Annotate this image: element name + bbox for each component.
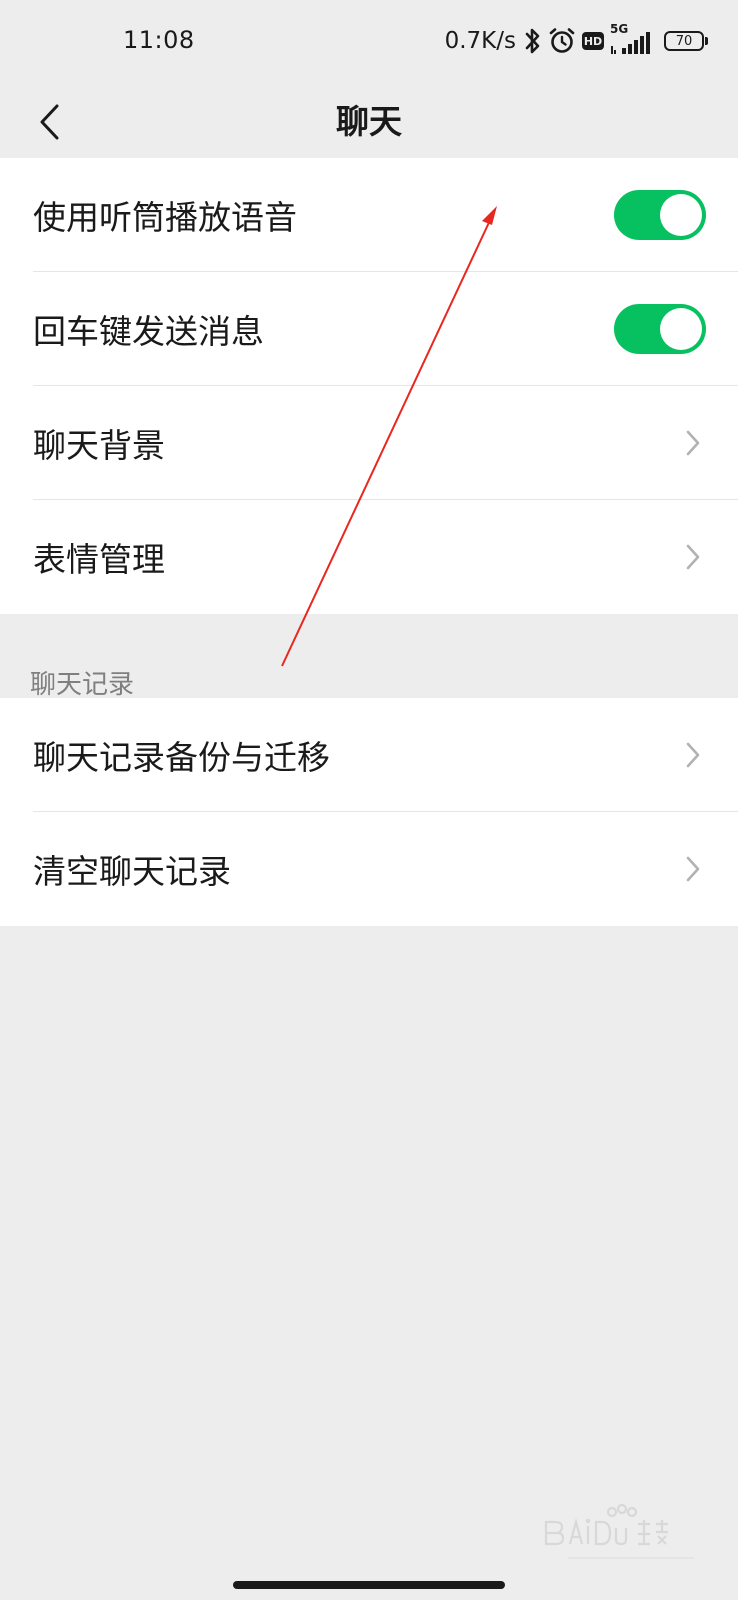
- network-speed: 0.7K/s: [444, 28, 516, 54]
- chevron-right-icon: [682, 427, 704, 459]
- setting-label: 回车键发送消息: [33, 312, 264, 351]
- alarm-icon: [548, 27, 576, 55]
- setting-label: 聊天记录备份与迁移: [33, 738, 330, 777]
- status-time: 11:08: [123, 26, 195, 54]
- back-button[interactable]: [24, 92, 74, 152]
- nav-bar: 聊天: [0, 86, 738, 158]
- chat-history-group: 聊天记录备份与迁移 清空聊天记录: [0, 698, 738, 926]
- setting-label: 聊天背景: [33, 426, 165, 465]
- chevron-right-icon: [682, 739, 704, 771]
- setting-row-chat-background[interactable]: 聊天背景: [0, 386, 738, 500]
- bluetooth-icon: [524, 26, 542, 56]
- chevron-left-icon: [40, 104, 59, 140]
- baidu-jingyan-watermark: [544, 1503, 694, 1559]
- battery-icon: 70: [664, 31, 708, 51]
- setting-label: 清空聊天记录: [33, 852, 231, 891]
- chevron-right-icon: [682, 541, 704, 573]
- status-bar: 11:08 0.7K/s HD 5G 70: [0, 0, 738, 86]
- signal-icon: 5G: [610, 22, 654, 56]
- section-header-chat-history: 聊天记录: [30, 670, 135, 700]
- setting-row-enter-to-send[interactable]: 回车键发送消息: [0, 272, 738, 386]
- earpiece-playback-toggle[interactable]: [614, 190, 706, 240]
- toggle-knob: [660, 194, 702, 236]
- status-indicators: 0.7K/s HD 5G 70: [444, 22, 708, 58]
- page-title: 聊天: [336, 102, 402, 141]
- home-indicator[interactable]: [233, 1581, 505, 1589]
- setting-label: 使用听筒播放语音: [33, 198, 297, 237]
- setting-label: 表情管理: [33, 540, 165, 579]
- setting-row-clear-history[interactable]: 清空聊天记录: [0, 812, 738, 926]
- battery-level: 70: [675, 33, 693, 49]
- enter-to-send-toggle[interactable]: [614, 304, 706, 354]
- chevron-right-icon: [682, 853, 704, 885]
- setting-row-earpiece-playback[interactable]: 使用听筒播放语音: [0, 158, 738, 272]
- setting-row-sticker-management[interactable]: 表情管理: [0, 500, 738, 614]
- hd-icon: HD: [582, 32, 604, 50]
- chat-settings-group: 使用听筒播放语音 回车键发送消息 聊天背景 表情管理: [0, 158, 738, 614]
- setting-row-backup-migrate[interactable]: 聊天记录备份与迁移: [0, 698, 738, 812]
- toggle-knob: [660, 308, 702, 350]
